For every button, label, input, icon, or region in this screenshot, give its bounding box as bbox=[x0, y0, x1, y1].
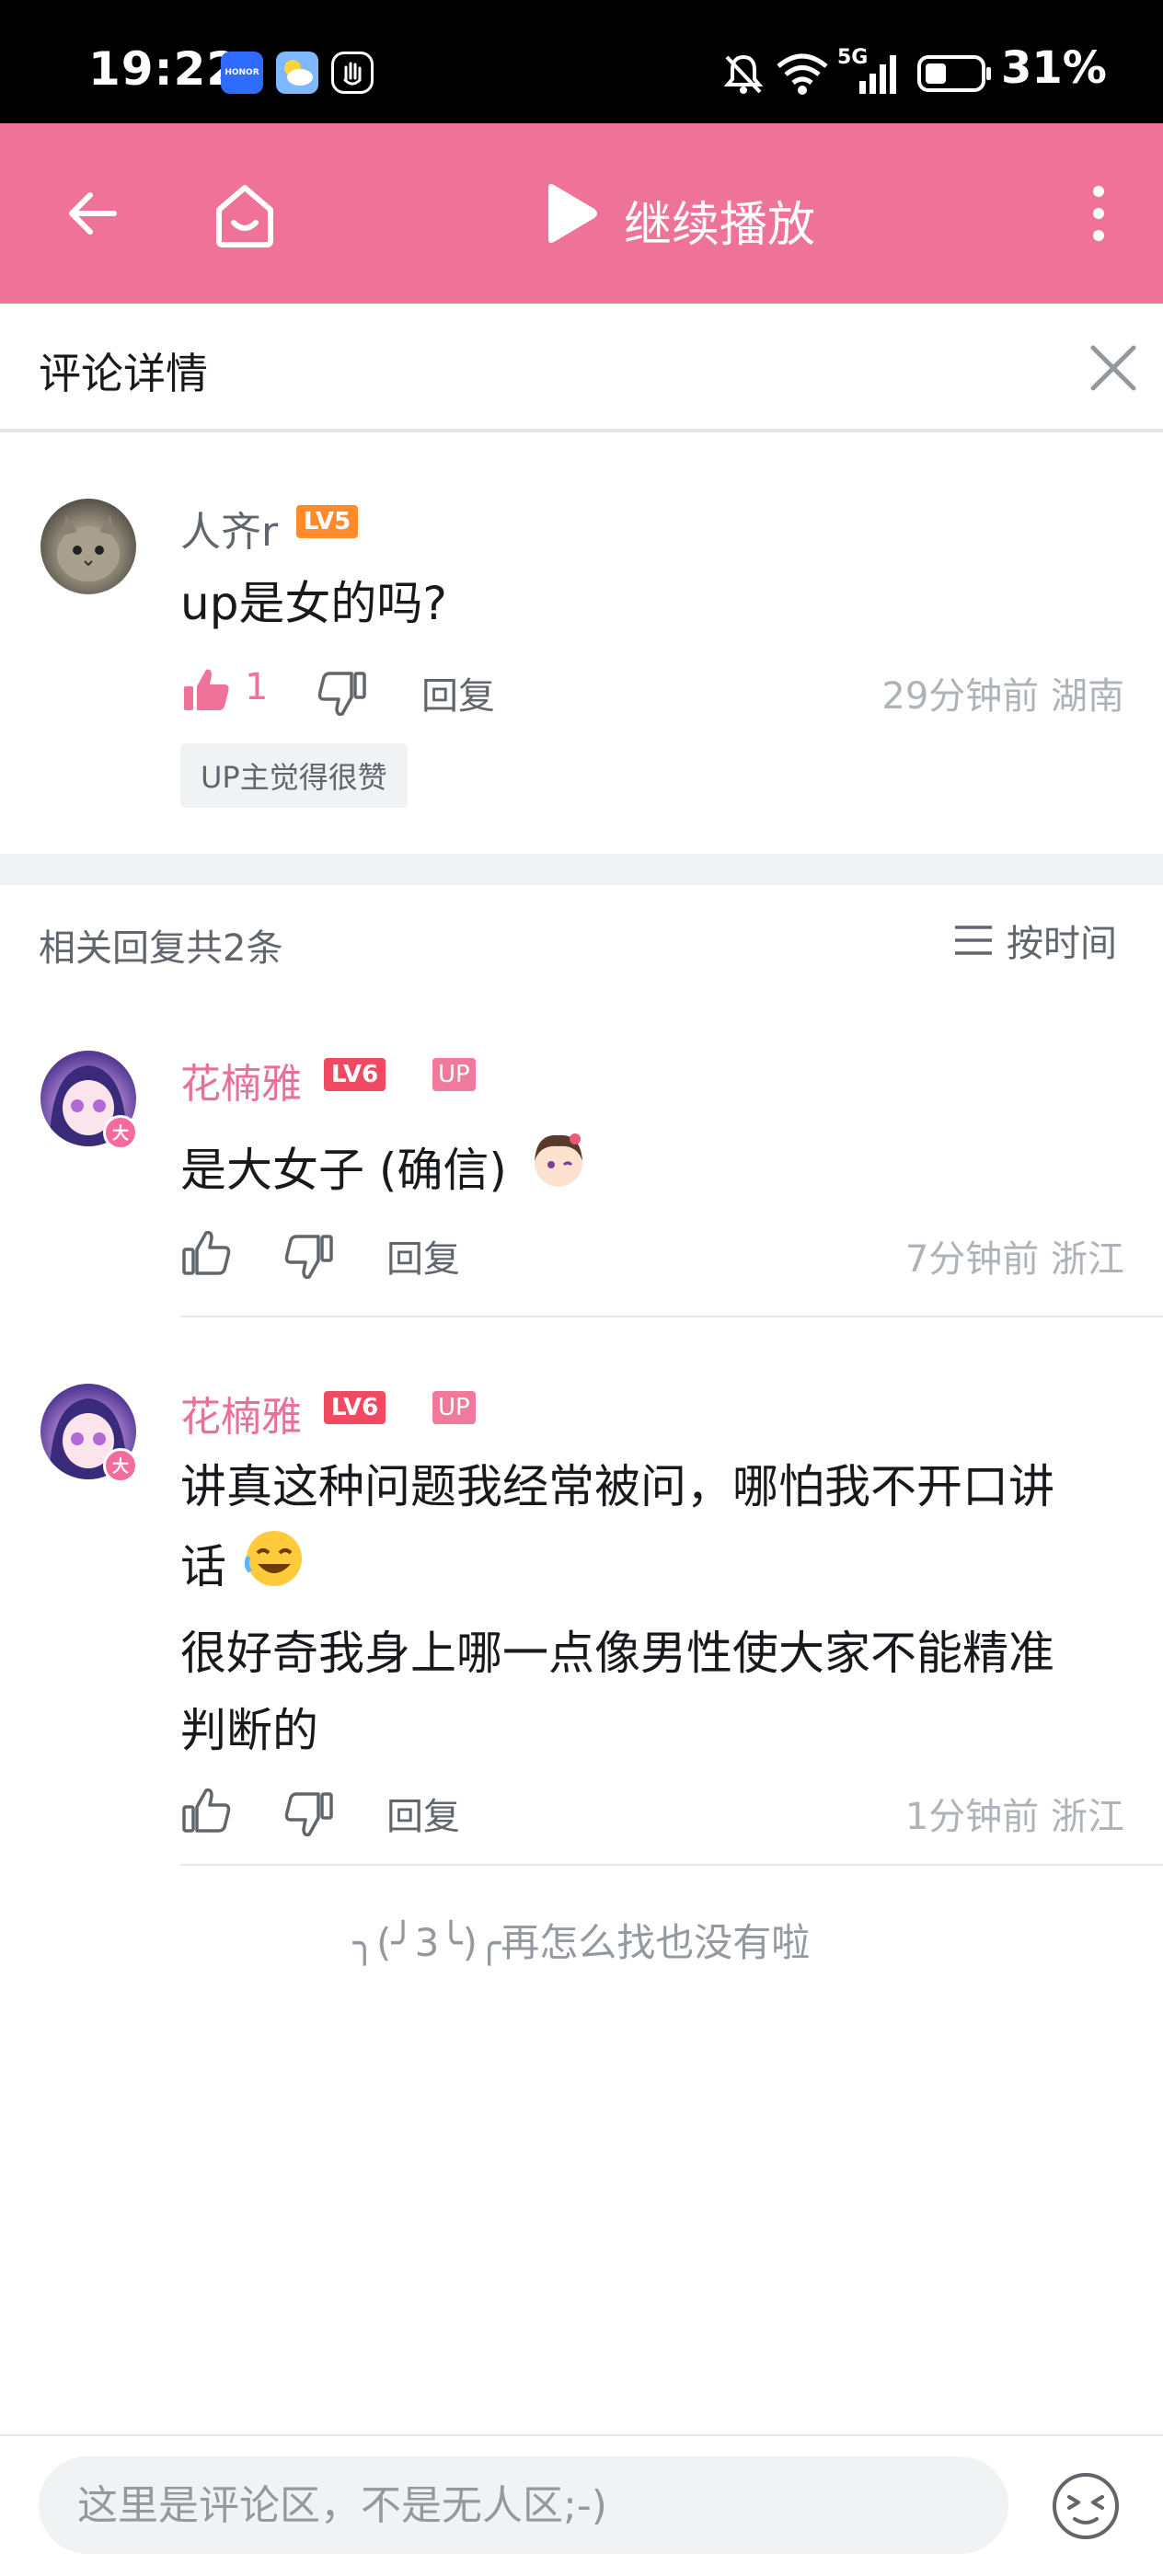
level-badge: LV6 bbox=[324, 1058, 386, 1091]
comment-text: 是大女子 (确信) bbox=[180, 1124, 1137, 1223]
like-button[interactable] bbox=[180, 1785, 232, 1836]
replies-count: 相关回复共2条 bbox=[39, 927, 283, 970]
comment-text-content: 是大女子 (确信) bbox=[180, 1144, 507, 1197]
play-icon bbox=[548, 184, 597, 243]
comment-text: up是女的吗? bbox=[180, 577, 447, 630]
divider bbox=[180, 1316, 1163, 1317]
thumbs-up-icon bbox=[182, 1230, 231, 1275]
battery-icon bbox=[916, 46, 994, 101]
close-icon bbox=[1090, 345, 1136, 391]
close-button[interactable] bbox=[1086, 340, 1141, 396]
avatar[interactable] bbox=[40, 499, 136, 594]
signal-icon: 5G bbox=[837, 46, 902, 101]
comment-meta: 7分钟前 浙江 bbox=[904, 1238, 1124, 1281]
up-badge: UP bbox=[432, 1391, 476, 1424]
comment-detail-title: 评论详情 bbox=[39, 349, 208, 398]
like-button[interactable] bbox=[180, 664, 232, 716]
sort-icon bbox=[955, 926, 992, 955]
thumbs-down-icon bbox=[284, 1235, 333, 1280]
laughing-emoji-icon bbox=[241, 1525, 307, 1615]
top-app-bar: 继续播放 bbox=[0, 123, 1163, 304]
continue-playing-label[interactable]: 继续播放 bbox=[624, 186, 815, 255]
divider bbox=[0, 2434, 1163, 2436]
home-button[interactable] bbox=[206, 177, 283, 254]
level-badge: LV6 bbox=[324, 1391, 386, 1424]
wifi-icon bbox=[775, 46, 830, 101]
comment-line: 讲真这种问题我经常被问，哪怕我不开口讲 bbox=[180, 1460, 1054, 1513]
divider bbox=[180, 1864, 1163, 1866]
reply-button[interactable]: 回复 bbox=[386, 1787, 460, 1840]
end-of-list-message: ╮(╯3╰)╭再怎么找也没有啦 bbox=[352, 1920, 811, 1965]
comment-line-text: 话 bbox=[180, 1540, 226, 1593]
comment-text: 讲真这种问题我经常被问，哪怕我不开口讲 话 很好奇我身上哪一点像男性使大家不能精… bbox=[180, 1448, 1137, 1769]
sticker-icon bbox=[522, 1124, 595, 1223]
more-options-button[interactable] bbox=[1071, 177, 1126, 250]
emoji-button[interactable] bbox=[1049, 2469, 1123, 2543]
weather-app-icon bbox=[276, 52, 318, 94]
play-button[interactable] bbox=[534, 177, 607, 250]
mute-icon bbox=[720, 46, 767, 101]
reply-button[interactable]: 回复 bbox=[386, 1229, 460, 1282]
back-button[interactable] bbox=[57, 178, 127, 248]
thumbs-down-icon bbox=[284, 1792, 333, 1837]
dislike-button[interactable] bbox=[317, 668, 368, 719]
section-divider bbox=[0, 854, 1163, 885]
more-vertical-icon bbox=[1093, 186, 1104, 241]
thumbs-up-filled-icon bbox=[184, 669, 229, 710]
reply-button[interactable]: 回复 bbox=[421, 666, 495, 719]
comment-meta: 1分钟前 浙江 bbox=[904, 1796, 1124, 1838]
up-badge: UP bbox=[432, 1058, 476, 1091]
home-icon bbox=[216, 185, 273, 247]
level-badge: LV5 bbox=[296, 505, 359, 538]
network-type: 5G bbox=[837, 46, 869, 69]
like-button[interactable] bbox=[180, 1227, 232, 1279]
sort-button[interactable]: 按时间 bbox=[953, 914, 1117, 966]
comment-line: 判断的 bbox=[180, 1704, 318, 1757]
username[interactable]: 人齐r bbox=[180, 499, 278, 558]
comment-line: 话 bbox=[180, 1525, 1137, 1615]
comment-line: 很好奇我身上哪一点像男性使大家不能精准 bbox=[180, 1627, 1054, 1680]
status-time: 19:22 bbox=[88, 42, 240, 96]
username[interactable]: 花楠雅 bbox=[180, 1384, 302, 1443]
up-liked-tag: UP主觉得很赞 bbox=[180, 743, 408, 808]
dislike-button[interactable] bbox=[283, 1788, 335, 1840]
sort-label: 按时间 bbox=[1007, 923, 1117, 965]
arrow-left-icon bbox=[69, 192, 117, 235]
avatar-badge: 大 bbox=[103, 1448, 138, 1483]
thumbs-down-icon bbox=[317, 672, 366, 717]
dislike-button[interactable] bbox=[283, 1231, 335, 1282]
comment-input[interactable] bbox=[39, 2456, 1008, 2554]
honor-app-icon: HONOR bbox=[221, 52, 263, 94]
like-count: 1 bbox=[245, 666, 269, 708]
battery-percentage: 31% bbox=[1001, 42, 1107, 94]
avatar-badge: 大 bbox=[103, 1115, 138, 1150]
comment-meta: 29分钟前 湖南 bbox=[881, 675, 1124, 718]
gesture-app-icon bbox=[331, 52, 374, 94]
emoji-icon bbox=[1053, 2473, 1119, 2539]
thumbs-up-icon bbox=[182, 1788, 231, 1833]
divider bbox=[0, 429, 1163, 432]
status-bar: 19:22 HONOR 5G 31% bbox=[0, 0, 1163, 123]
username[interactable]: 花楠雅 bbox=[180, 1051, 302, 1110]
